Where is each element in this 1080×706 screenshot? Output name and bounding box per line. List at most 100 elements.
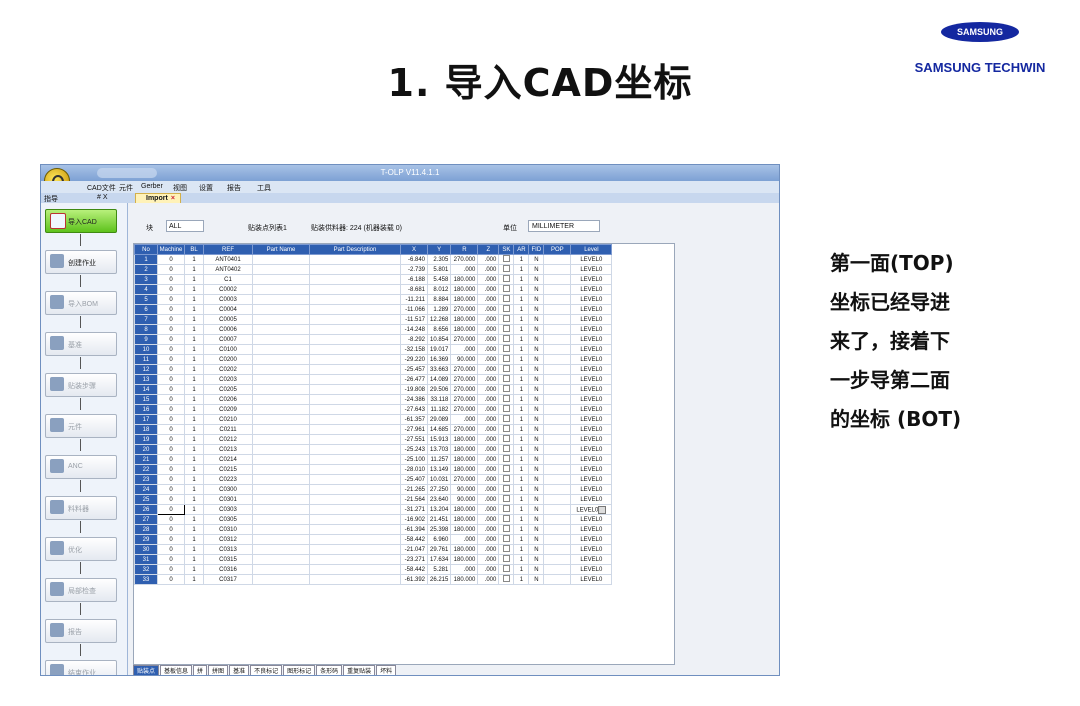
table-cell[interactable]: LEVEL0	[570, 304, 613, 315]
table-cell[interactable]: 0	[157, 514, 185, 525]
table-cell[interactable]	[309, 464, 401, 475]
table-cell[interactable]: -25.457	[400, 364, 428, 375]
table-cell[interactable]: C0211	[203, 424, 253, 435]
nav-button[interactable]: 基准	[45, 332, 117, 356]
table-cell[interactable]	[498, 534, 515, 545]
table-cell[interactable]: -11.211	[400, 294, 428, 305]
sk-checkbox[interactable]	[502, 555, 510, 562]
table-cell[interactable]: N	[528, 364, 545, 375]
table-cell[interactable]	[252, 524, 310, 535]
table-cell[interactable]: ANT0402	[203, 264, 253, 275]
sk-checkbox[interactable]	[502, 295, 510, 302]
sk-checkbox[interactable]	[502, 505, 510, 512]
table-cell[interactable]: -8.292	[400, 334, 428, 345]
table-cell[interactable]: .000	[477, 274, 500, 285]
table-cell[interactable]: 0	[157, 394, 185, 405]
table-cell[interactable]: LEVEL0	[570, 544, 613, 555]
column-header[interactable]: Level	[570, 244, 613, 255]
table-cell[interactable]: 1	[184, 534, 204, 545]
table-cell[interactable]: 0	[157, 524, 185, 535]
table-cell[interactable]	[252, 334, 310, 345]
table-cell[interactable]: N	[528, 544, 545, 555]
column-header[interactable]: Part Name	[252, 244, 310, 255]
table-row[interactable]: 28 0 1 C0310 -61.394 25.398 180.000 .000 1 N LEVEL…	[134, 524, 613, 535]
table-cell[interactable]: N	[528, 474, 545, 485]
table-cell[interactable]: 13.703	[426, 444, 452, 455]
table-cell[interactable]: .000	[477, 284, 500, 295]
sk-checkbox[interactable]	[502, 325, 510, 332]
sheet-tab[interactable]: 拼	[193, 665, 208, 675]
table-cell[interactable]: 0	[157, 574, 185, 585]
table-cell[interactable]: 0	[157, 464, 185, 475]
table-cell[interactable]: -28.010	[400, 464, 428, 475]
table-cell[interactable]: 6.960	[426, 534, 452, 545]
sk-checkbox[interactable]	[502, 515, 510, 522]
table-cell[interactable]: .000	[450, 344, 479, 355]
table-cell[interactable]: C0005	[203, 314, 253, 325]
sk-checkbox[interactable]	[502, 275, 510, 282]
table-cell[interactable]: 1	[513, 434, 530, 445]
table-cell[interactable]: 1	[513, 354, 530, 365]
table-cell[interactable]: 180.000	[450, 314, 479, 325]
table-cell[interactable]	[543, 304, 572, 315]
table-cell[interactable]: C0305	[203, 514, 253, 525]
menu-item[interactable]: 工具	[257, 183, 271, 193]
table-cell[interactable]: 8.012	[426, 284, 452, 295]
sk-checkbox[interactable]	[502, 495, 510, 502]
table-cell[interactable]: 1	[184, 344, 204, 355]
table-row[interactable]: 5 0 1 C0003 -11.211 8.884 180.000 .000 1 N LEVEL0	[134, 294, 613, 305]
table-cell[interactable]	[252, 414, 310, 425]
table-cell[interactable]: N	[528, 274, 545, 285]
table-cell[interactable]: 180.000	[450, 504, 479, 515]
table-cell[interactable]	[498, 514, 515, 525]
table-cell[interactable]	[252, 304, 310, 315]
table-cell[interactable]: 0	[157, 324, 185, 335]
table-cell[interactable]: -31.271	[400, 504, 428, 515]
table-cell[interactable]	[543, 574, 572, 585]
table-cell[interactable]: .000	[477, 444, 500, 455]
table-cell[interactable]: 180.000	[450, 454, 479, 465]
sk-checkbox[interactable]	[502, 445, 510, 452]
table-cell[interactable]: LEVEL0	[570, 444, 613, 455]
table-cell[interactable]	[252, 384, 310, 395]
table-cell[interactable]	[309, 564, 401, 575]
table-cell[interactable]: 1	[184, 384, 204, 395]
table-row[interactable]: 27 0 1 C0305 -16.902 21.451 180.000 .000 1 N LEVEL…	[134, 514, 613, 525]
table-cell[interactable]	[252, 424, 310, 435]
table-cell[interactable]: 1	[513, 534, 530, 545]
table-cell[interactable]: C0200	[203, 354, 253, 365]
table-cell[interactable]: C0007	[203, 334, 253, 345]
table-cell[interactable]: 1	[184, 304, 204, 315]
table-cell[interactable]	[543, 314, 572, 325]
table-cell[interactable]: .000	[477, 434, 500, 445]
table-cell[interactable]	[309, 364, 401, 375]
table-cell[interactable]: 21	[134, 454, 158, 465]
table-cell[interactable]: 5	[134, 294, 158, 305]
table-cell[interactable]	[309, 554, 401, 565]
table-cell[interactable]: N	[528, 454, 545, 465]
sheet-tab[interactable]: 坏料	[376, 665, 397, 675]
table-cell[interactable]: 180.000	[450, 544, 479, 555]
table-cell[interactable]: 1	[513, 314, 530, 325]
table-cell[interactable]: 1	[513, 464, 530, 475]
table-cell[interactable]: -25.407	[400, 474, 428, 485]
menu-item[interactable]: 元件	[119, 183, 133, 193]
table-cell[interactable]	[543, 354, 572, 365]
sk-checkbox[interactable]	[502, 375, 510, 382]
table-row[interactable]: 22 0 1 C0215 -28.010 13.149 180.000 .000 1 N LEVEL…	[134, 464, 613, 475]
table-cell[interactable]: 7	[134, 314, 158, 325]
table-cell[interactable]	[252, 274, 310, 285]
sk-checkbox[interactable]	[502, 345, 510, 352]
table-cell[interactable]: -23.271	[400, 554, 428, 565]
table-cell[interactable]: LEVEL0	[570, 574, 613, 585]
column-header[interactable]: REF	[203, 244, 253, 255]
table-cell[interactable]	[309, 524, 401, 535]
table-row[interactable]: 31 0 1 C0315 -23.271 17.634 180.000 .000 1 N LEVEL…	[134, 554, 613, 565]
table-cell[interactable]: 10.031	[426, 474, 452, 485]
table-cell[interactable]	[309, 334, 401, 345]
table-row[interactable]: 11 0 1 C0200 -29.220 16.369 90.000 .000 1 N LEVEL0	[134, 354, 613, 365]
table-cell[interactable]: 1	[513, 474, 530, 485]
sk-checkbox[interactable]	[502, 405, 510, 412]
table-cell[interactable]: -27.643	[400, 404, 428, 415]
table-cell[interactable]: 1	[184, 294, 204, 305]
